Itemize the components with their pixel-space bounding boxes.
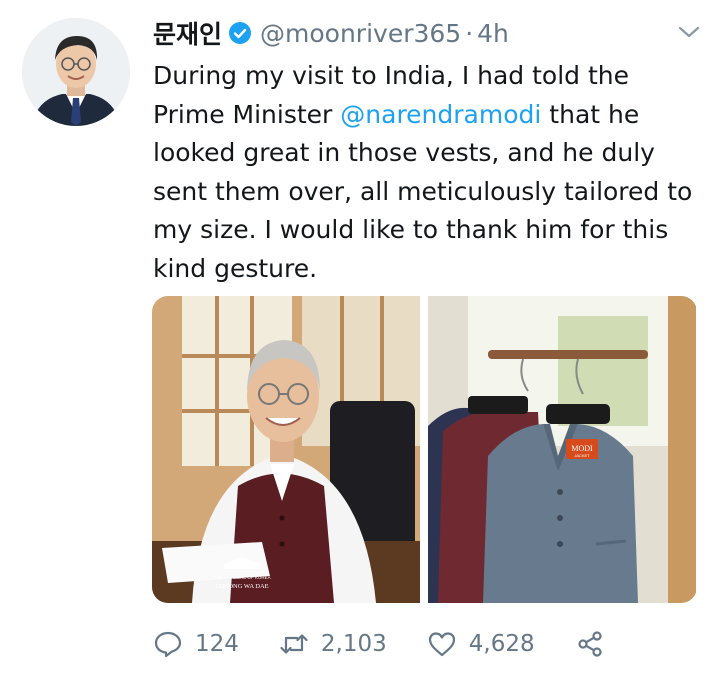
tweet-actions: 124 2,103 4,628 (153, 622, 673, 666)
user-handle[interactable]: @moonriver365 (260, 19, 461, 48)
timestamp[interactable]: 4h (477, 19, 509, 48)
chevron-down-icon[interactable] (676, 22, 702, 42)
heart-icon (428, 632, 455, 657)
photo2-sublabel: JACKET (574, 453, 590, 458)
retweet-button[interactable]: 2,103 (279, 629, 387, 659)
reply-icon (154, 631, 182, 658)
tweet-media: THE REPUBLIC OF KOREA CHEONG WA DAE MODI… (152, 296, 697, 603)
reply-button[interactable]: 124 (153, 629, 239, 659)
photo2-label: MODI (571, 444, 593, 453)
photo-vests[interactable]: MODI JACKET (428, 296, 696, 603)
like-count: 4,628 (468, 631, 535, 657)
photo1-caption: THE REPUBLIC OF KOREA (213, 575, 270, 580)
avatar[interactable] (22, 18, 130, 126)
like-button[interactable]: 4,628 (427, 629, 535, 659)
mention-link[interactable]: @narendramodi (340, 100, 541, 129)
photo-president[interactable]: THE REPUBLIC OF KOREA CHEONG WA DAE (152, 296, 420, 603)
retweet-count: 2,103 (320, 631, 387, 657)
photo1-logo: CHEONG WA DAE (215, 583, 268, 590)
tweet: 문재인 @moonriver365 · 4h During my visit t… (0, 0, 720, 688)
reply-count: 124 (195, 631, 239, 657)
tweet-header: 문재인 @moonriver365 · 4h (153, 14, 509, 52)
retweet-icon (280, 634, 308, 654)
display-name[interactable]: 문재인 (153, 15, 222, 51)
share-icon (578, 631, 602, 657)
verified-badge-icon (229, 22, 252, 44)
tweet-text: During my visit to India, I had told the… (153, 57, 703, 288)
separator-dot: · (465, 18, 474, 48)
share-button[interactable] (575, 629, 605, 659)
